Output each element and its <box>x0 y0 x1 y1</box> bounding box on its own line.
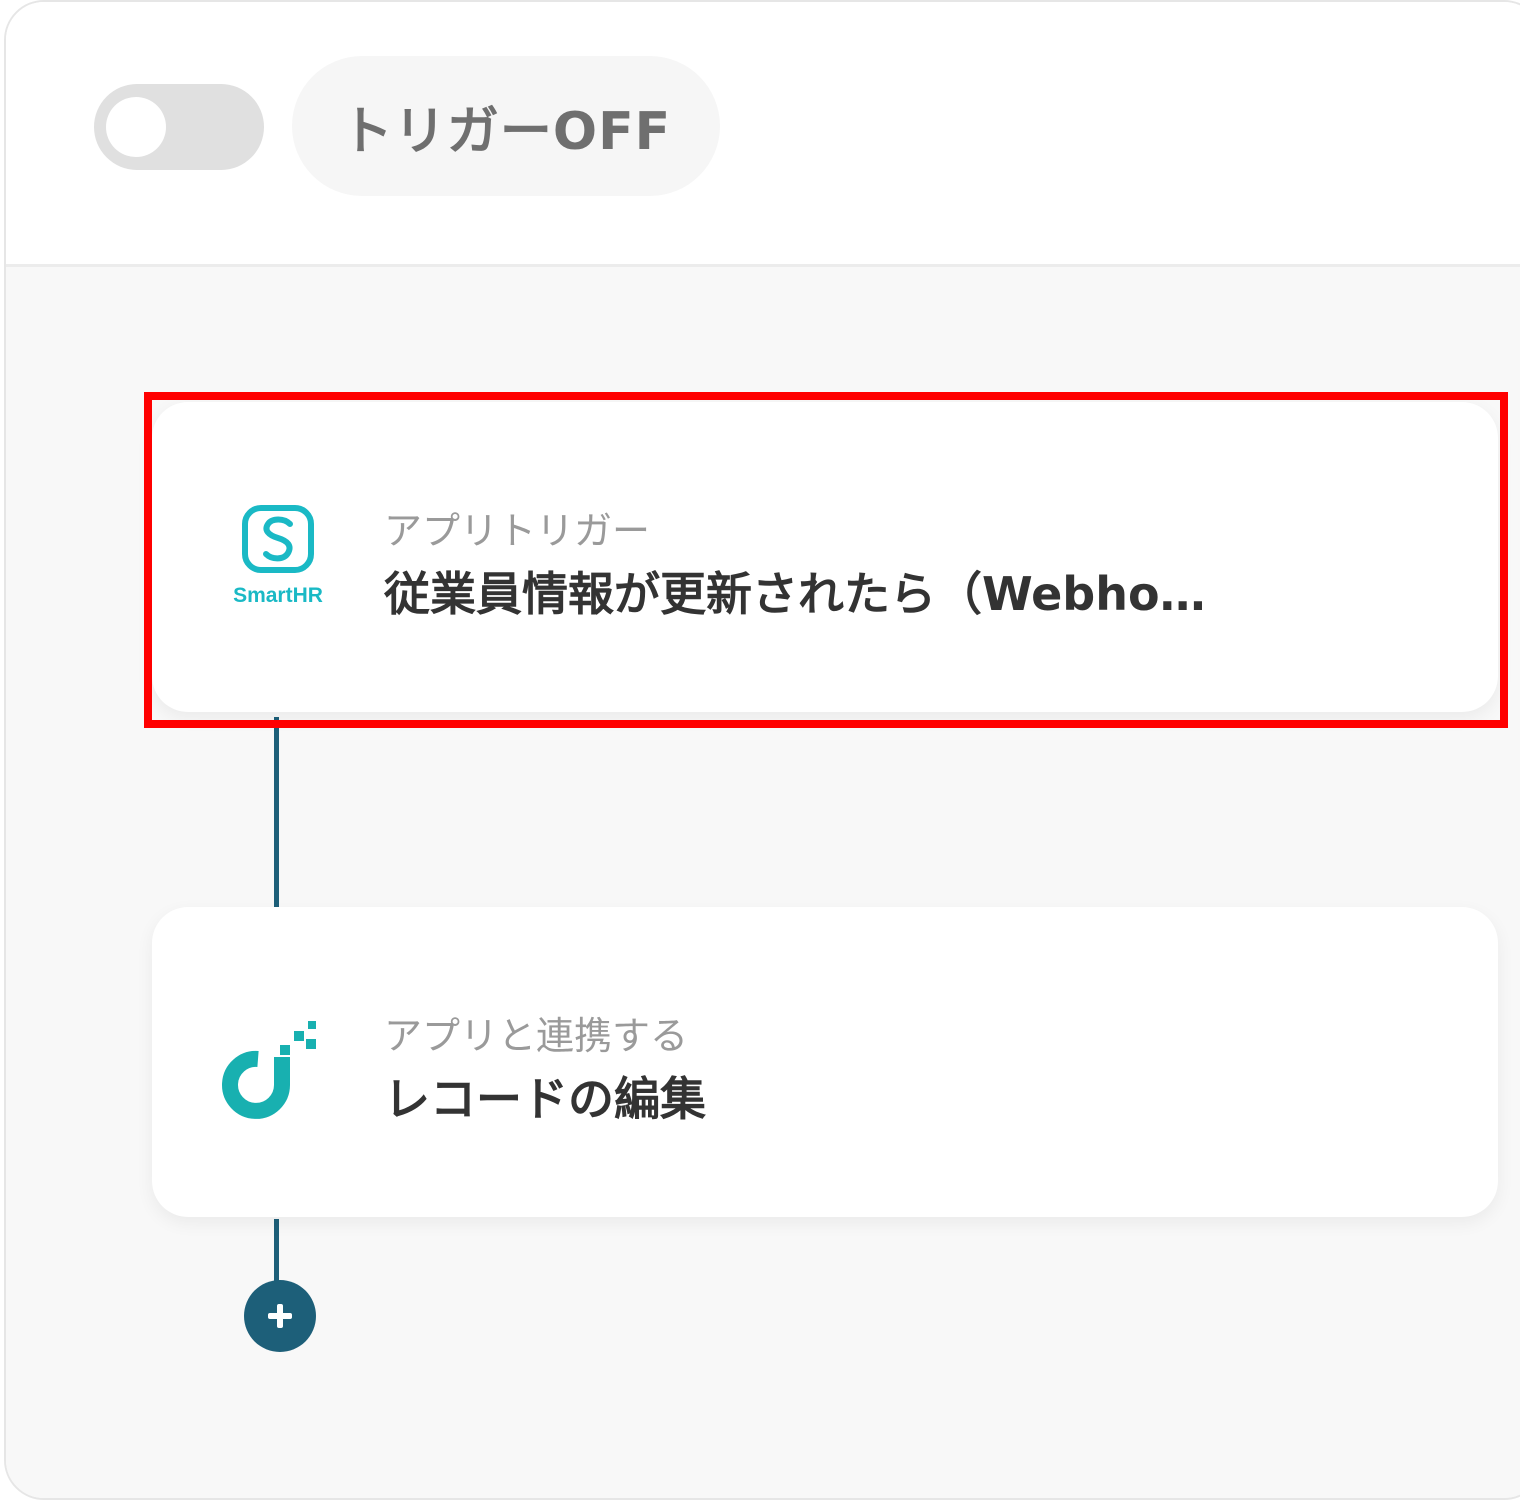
step-title: レコードの編集 <box>384 1072 706 1126</box>
connector-line <box>274 717 279 909</box>
step-type-label: アプリトリガー <box>384 509 651 553</box>
plus-icon <box>268 1304 292 1328</box>
smarthr-logo-text: SmartHR <box>233 584 323 607</box>
toggle-knob <box>106 97 166 157</box>
connector-line <box>274 1219 279 1283</box>
step-title: 従業員情報が更新されたら（Webho… <box>384 567 1206 621</box>
trigger-status-badge: トリガーOFF <box>292 56 720 196</box>
flow-step-action[interactable]: アプリと連携する レコードの編集 <box>152 907 1498 1217</box>
add-step-button[interactable] <box>244 1280 316 1352</box>
flow-canvas: SmartHR アプリトリガー 従業員情報が更新されたら（Webho… アプリと… <box>6 267 1520 1498</box>
app-connect-logo-icon <box>218 1007 338 1127</box>
workflow-panel: トリガーOFF SmartHR アプリトリガー 従業員情報が更新されたら（Web… <box>4 0 1520 1500</box>
flow-step-trigger[interactable]: SmartHR アプリトリガー 従業員情報が更新されたら（Webho… <box>152 402 1498 712</box>
step-type-label: アプリと連携する <box>384 1014 689 1058</box>
trigger-status-label: トリガーOFF <box>340 101 672 162</box>
workflow-header: トリガーOFF <box>6 2 1520 267</box>
trigger-toggle[interactable] <box>94 84 264 170</box>
smarthr-logo-icon: SmartHR <box>218 502 338 622</box>
